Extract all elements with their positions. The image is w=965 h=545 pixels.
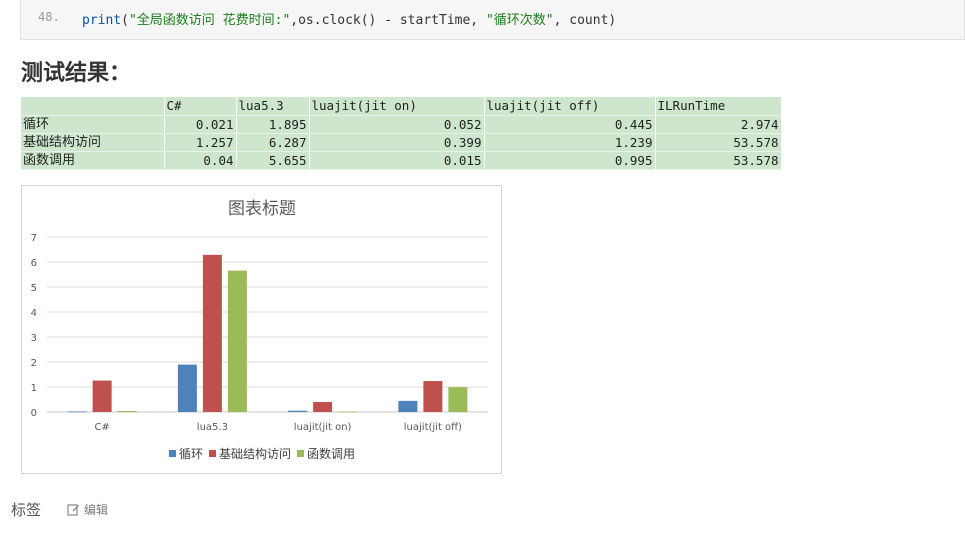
code-tail: , count) bbox=[553, 13, 617, 28]
table-cell: 0.399 bbox=[309, 133, 485, 152]
bar bbox=[448, 387, 468, 412]
table-cell: 0.995 bbox=[484, 151, 656, 170]
legend-label: 循环 bbox=[179, 447, 203, 461]
table-header-cell bbox=[21, 97, 165, 116]
table-cell: 53.578 bbox=[655, 133, 782, 152]
table-cell: 5.655 bbox=[236, 151, 310, 170]
legend-label: 基础结构访问 bbox=[219, 446, 291, 461]
edit-label: 编辑 bbox=[84, 503, 109, 517]
x-tick-label: luajit(jit on) bbox=[294, 422, 352, 433]
bar-chart: 图表标题 0 1 2 3 4 5 6 7 C# lua5.3 luajit(jit on) luajit… bbox=[31, 199, 488, 461]
tags-label: 标签 bbox=[11, 501, 42, 519]
chart-container: 图表标题 0 1 2 3 4 5 6 7 C# lua5.3 luajit(jit on) luajit… bbox=[21, 185, 502, 474]
edit-icon bbox=[67, 504, 79, 516]
bar bbox=[202, 254, 222, 412]
table-row-label: 函数调用 bbox=[21, 151, 165, 170]
table-cell: 0.445 bbox=[484, 115, 656, 134]
table-cell: 0.015 bbox=[309, 151, 485, 170]
table-cell: 0.021 bbox=[164, 115, 237, 134]
legend-swatch bbox=[169, 450, 176, 457]
bar bbox=[177, 364, 197, 412]
table-header-cell: C# bbox=[164, 97, 237, 116]
code-paren: ( bbox=[121, 13, 129, 28]
table-cell: 2.974 bbox=[655, 115, 782, 134]
edit-tags-button[interactable]: 编辑 bbox=[67, 501, 108, 518]
bar bbox=[313, 402, 333, 412]
table-header-cell: luajit(jit on) bbox=[309, 97, 485, 116]
bar bbox=[423, 381, 443, 412]
y-tick-label: 3 bbox=[31, 333, 37, 344]
y-tick-label: 2 bbox=[31, 358, 37, 369]
y-tick-label: 7 bbox=[31, 233, 37, 244]
table-cell: 53.578 bbox=[655, 151, 782, 170]
table-header-row: C# lua5.3 luajit(jit on) luajit(jit off)… bbox=[21, 97, 782, 116]
bar bbox=[67, 411, 87, 413]
code-string-2: "循环次数" bbox=[485, 13, 554, 28]
section-heading: 测试结果： bbox=[21, 61, 132, 86]
y-tick-label: 5 bbox=[31, 283, 37, 294]
table-row: 基础结构访问 1.257 6.287 0.399 1.239 53.578 bbox=[21, 133, 782, 152]
table-row: 函数调用 0.04 5.655 0.015 0.995 53.578 bbox=[21, 151, 782, 170]
table-cell: 0.04 bbox=[164, 151, 237, 170]
y-tick-label: 6 bbox=[31, 258, 37, 269]
legend-label: 函数调用 bbox=[307, 446, 355, 461]
x-tick-label: C# bbox=[94, 422, 109, 433]
table-cell: 1.257 bbox=[164, 133, 237, 152]
code-block: 48. print("全局函数访问 花费时间:",os.clock() - st… bbox=[20, 0, 965, 40]
y-tick-label: 1 bbox=[31, 383, 37, 394]
code-middle: ,os.clock() - startTime, bbox=[290, 13, 486, 28]
table-row-label: 基础结构访问 bbox=[21, 133, 165, 152]
x-tick-label: luajit(jit off) bbox=[404, 422, 462, 433]
table-row: 循环 0.021 1.895 0.052 0.445 2.974 bbox=[21, 115, 782, 134]
table-row-label: 循环 bbox=[21, 115, 165, 134]
results-table: C# lua5.3 luajit(jit on) luajit(jit off)… bbox=[21, 97, 782, 170]
y-tick-label: 4 bbox=[31, 308, 37, 319]
bar bbox=[117, 411, 137, 412]
code-line-number: 48. bbox=[38, 10, 60, 24]
bar bbox=[288, 410, 308, 412]
bar bbox=[398, 400, 418, 412]
table-cell: 1.895 bbox=[236, 115, 310, 134]
bar bbox=[227, 270, 247, 412]
bar bbox=[92, 380, 112, 412]
table-header-cell: lua5.3 bbox=[236, 97, 310, 116]
legend-swatch bbox=[209, 450, 216, 457]
y-tick-label: 0 bbox=[31, 408, 37, 419]
table-header-cell: luajit(jit off) bbox=[484, 97, 656, 116]
code-line: print("全局函数访问 花费时间:",os.clock() - startT… bbox=[82, 9, 616, 28]
bar bbox=[338, 411, 358, 413]
table-cell: 1.239 bbox=[484, 133, 656, 152]
x-tick-label: lua5.3 bbox=[197, 422, 228, 433]
table-cell: 6.287 bbox=[236, 133, 310, 152]
table-header-cell: ILRunTime bbox=[655, 97, 782, 116]
legend-swatch bbox=[297, 450, 304, 457]
code-string-1: "全局函数访问 花费时间:" bbox=[128, 13, 291, 28]
chart-title: 图表标题 bbox=[228, 199, 296, 219]
code-function: print bbox=[82, 13, 122, 28]
table-cell: 0.052 bbox=[309, 115, 485, 134]
